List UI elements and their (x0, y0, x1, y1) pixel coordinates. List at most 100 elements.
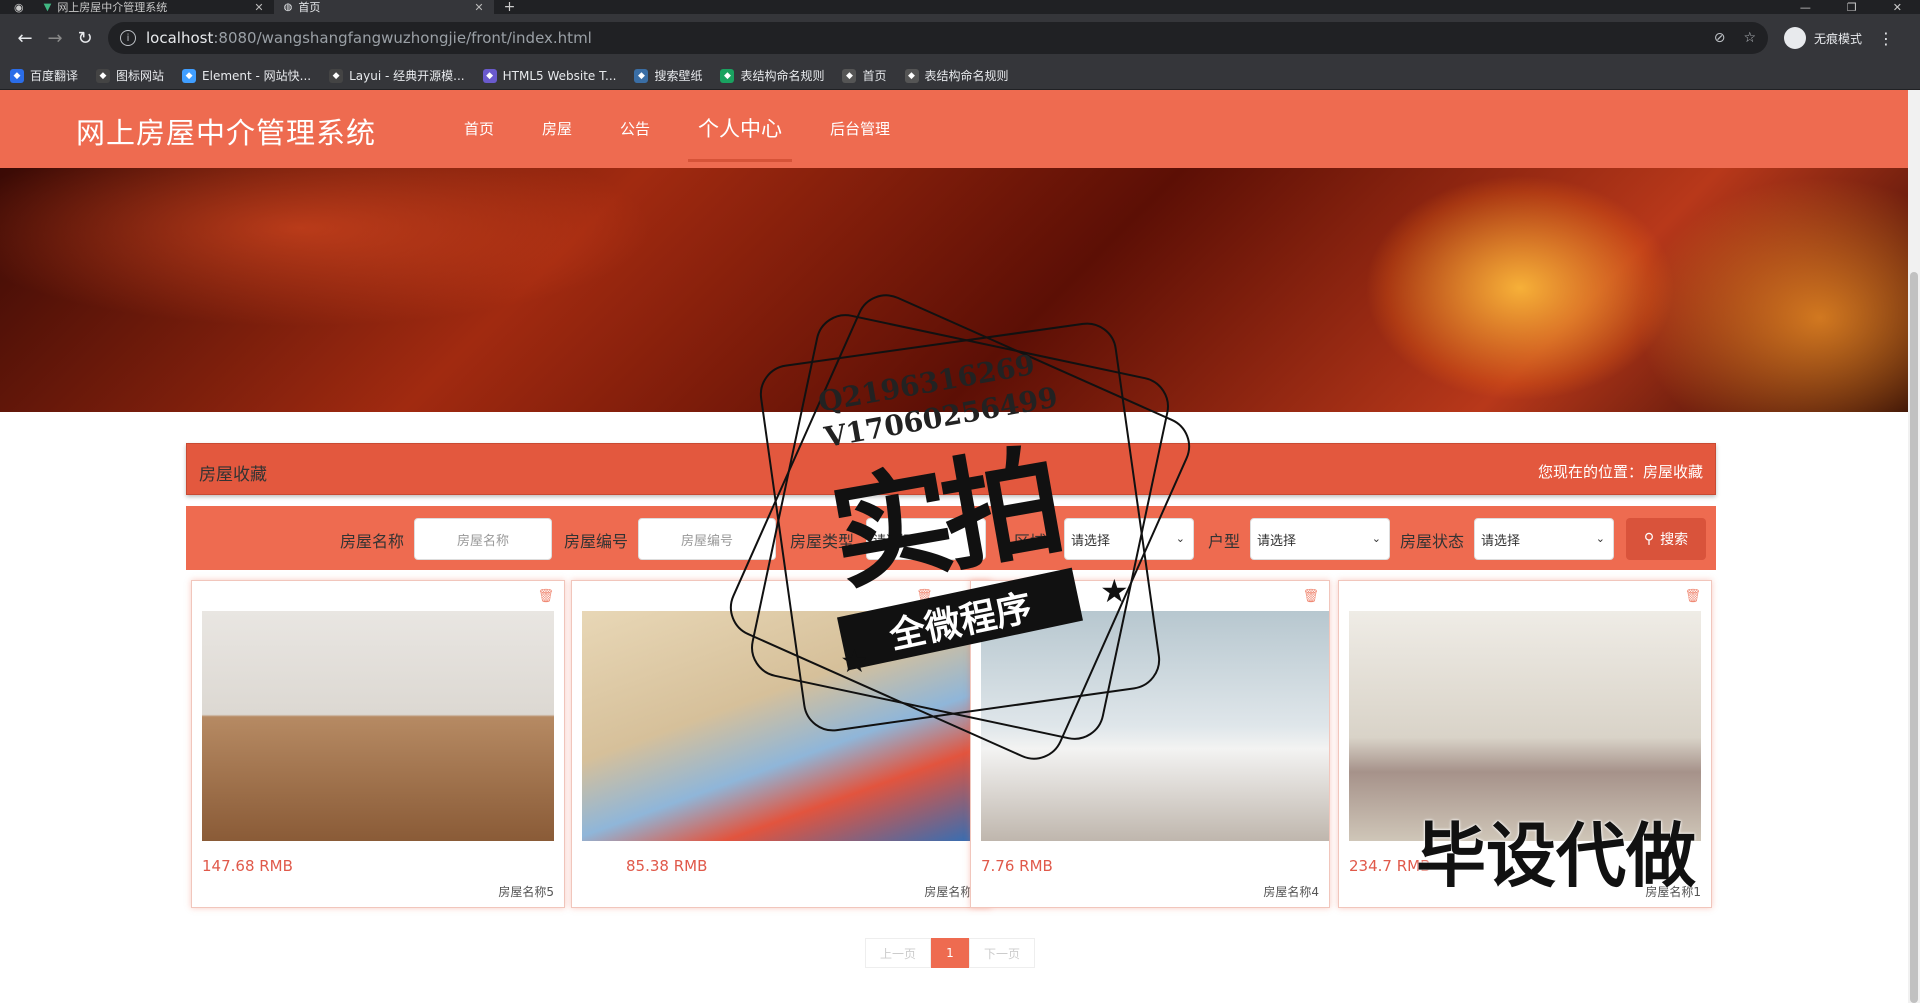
house-price: 7.76 RMB (981, 857, 1053, 875)
close-icon[interactable]: ✕ (254, 1, 263, 14)
search-icon: ⚲ (1643, 531, 1655, 547)
house-photo[interactable] (981, 611, 1329, 841)
new-tab-icon[interactable]: + (504, 0, 516, 14)
bookmark-item[interactable]: ◆ Element - 网站快... (182, 67, 311, 84)
site-logo[interactable]: 网上房屋中介管理系统 (76, 110, 376, 152)
house-price: 85.38 RMB (626, 857, 708, 875)
nav-home[interactable]: 首页 (440, 90, 518, 168)
bookmark-icon: ◆ (842, 68, 857, 83)
next-page-button[interactable]: 下一页 (969, 938, 1035, 968)
trash-icon[interactable]: 🗑 (537, 589, 554, 604)
house-price: 147.68 RMB (202, 857, 293, 875)
bookmark-icon: ◆ (904, 68, 919, 83)
bookmark-label: HTML5 Website T... (502, 68, 617, 83)
page-1-button[interactable]: 1 (931, 938, 969, 968)
status-label: 房屋状态 (1400, 532, 1465, 551)
house-name-input[interactable]: 房屋名称 (414, 518, 552, 560)
bookmark-icon: ◆ (182, 68, 197, 83)
bookmark-item[interactable]: ◆ 百度翻译 (10, 67, 78, 84)
bookmark-item[interactable]: ◆ 表结构命名规则 (904, 67, 1009, 84)
minimize-icon[interactable]: — (1800, 1, 1811, 14)
bookmark-item[interactable]: ◆ 表结构命名规则 (720, 67, 824, 84)
favorite-card[interactable]: 🗑 147.68 RMB 房屋名称5 (191, 580, 565, 908)
bookmark-label: 搜索壁纸 (654, 69, 703, 83)
address-bar[interactable]: i localhost:8080/wangshangfangwuzhongjie… (108, 22, 1768, 54)
bookmark-item[interactable]: ◆ 首页 (842, 67, 887, 84)
bookmark-label: 百度翻译 (30, 69, 79, 83)
search-button[interactable]: ⚲ 搜索 (1626, 518, 1706, 560)
house-name-label: 房屋名称 (340, 532, 405, 551)
bookmark-item[interactable]: ◆ 搜索壁纸 (634, 67, 702, 84)
forward-icon[interactable]: → (40, 28, 70, 49)
chevron-down-icon: ⌄ (1371, 532, 1381, 545)
bookmark-item[interactable]: ◆ 图标网站 (96, 67, 164, 84)
nav-personal-center[interactable]: 个人中心 (674, 90, 806, 168)
bookmarks-bar: ◆ 百度翻译 ◆ 图标网站 ◆ Element - 网站快... ◆ Layui - 经典开源… (0, 62, 1920, 90)
tab-admin[interactable]: ▼ 网上房屋中介管理系统 ✕ (34, 0, 274, 15)
breadcrumb: 您现在的位置：房屋收藏 (1537, 463, 1703, 481)
select-value: 请选择 (1481, 533, 1521, 549)
search-button-label: 搜索 (1660, 532, 1689, 548)
house-price: 234.7 RMB (1349, 857, 1431, 875)
status-select[interactable]: 请选择 ⌄ (1474, 518, 1614, 560)
house-photo[interactable] (202, 611, 554, 841)
section-title-bar: 房屋收藏 您现在的位置：房屋收藏 (186, 443, 1716, 495)
house-code-input[interactable]: 房屋编号 (638, 518, 776, 560)
more-menu-icon[interactable]: ⋮ (1878, 29, 1894, 48)
house-name: 房屋名称4 (1263, 885, 1319, 899)
window-controls: — ❐ ✕ (1800, 1, 1920, 14)
trash-icon[interactable]: 🗑 (1684, 589, 1701, 604)
hero-banner (0, 168, 1908, 412)
favorite-card[interactable]: 🗑 7.76 RMB 房屋名称4 (970, 580, 1330, 908)
area-select[interactable]: 请选择 ⌄ (1064, 518, 1194, 560)
bookmark-label: Element - 网站快... (202, 69, 312, 83)
chrome-menu-icon[interactable]: ◉ (14, 1, 24, 14)
tab-label: 首页 (298, 1, 321, 14)
chevron-down-icon: ⌄ (1595, 532, 1605, 545)
favorite-card[interactable]: 🗑 85.38 RMB 房屋名称2 (571, 580, 991, 908)
nav-notices[interactable]: 公告 (596, 90, 674, 168)
browser-toolbar: ← → ↻ i localhost:8080/wangshangfangwuzh… (0, 14, 1920, 62)
back-icon[interactable]: ← (10, 28, 40, 49)
info-icon[interactable]: i (120, 30, 136, 46)
favorite-card[interactable]: 🗑 234.7 RMB 房屋名称1 (1338, 580, 1712, 908)
select-value: 请选择 (1071, 533, 1111, 549)
bookmark-icon: ◆ (96, 68, 111, 83)
bookmark-label: Layui - 经典开源模... (349, 69, 465, 83)
eye-off-icon[interactable]: ⊘ (1714, 30, 1726, 46)
url-text: localhost:8080/wangshangfangwuzhongjie/f… (146, 29, 592, 47)
prev-page-button[interactable]: 上一页 (865, 938, 931, 968)
house-type-select[interactable]: 请选择 ⌄ (866, 518, 986, 560)
close-icon[interactable]: ✕ (474, 1, 483, 14)
vue-icon: ▼ (43, 1, 52, 13)
incognito-indicator[interactable]: 无痕模式 (1784, 27, 1862, 49)
layout-select[interactable]: 请选择 ⌄ (1250, 518, 1390, 560)
house-type-label: 房屋类型 (790, 532, 855, 551)
bookmark-icon: ◆ (634, 68, 649, 83)
search-bar: 房屋名称 房屋名称 房屋编号 房屋编号 房屋类型 请选择 ⌄ 区域 请选择 ⌄ 户型… (186, 506, 1716, 570)
nav-houses[interactable]: 房屋 (518, 90, 596, 168)
browser-tabstrip: ◉ ▼ 网上房屋中介管理系统 ✕ ◍ 首页 ✕ + — ❐ ✕ (0, 0, 1920, 14)
page-scrollbar[interactable] (1908, 90, 1920, 1003)
house-name: 房屋名称5 (498, 885, 554, 899)
bookmark-item[interactable]: ◆ HTML5 Website T... (482, 68, 617, 83)
bookmark-item[interactable]: ◆ Layui - 经典开源模... (329, 67, 465, 84)
bookmark-icon: ◆ (720, 68, 735, 83)
bookmark-label: 表结构命名规则 (740, 69, 825, 83)
reload-icon[interactable]: ↻ (70, 28, 100, 49)
nav-admin[interactable]: 后台管理 (806, 90, 914, 168)
close-window-icon[interactable]: ✕ (1893, 1, 1902, 14)
layout-label: 户型 (1208, 532, 1241, 551)
house-photo[interactable] (582, 611, 982, 841)
select-value: 请选择 (873, 533, 913, 549)
tab-label: 网上房屋中介管理系统 (57, 1, 168, 14)
house-photo[interactable] (1349, 611, 1701, 841)
chevron-down-icon: ⌄ (967, 532, 977, 545)
maximize-icon[interactable]: ❐ (1847, 1, 1857, 14)
tab-home[interactable]: ◍ 首页 ✕ (273, 0, 494, 14)
star-icon[interactable]: ☆ (1743, 30, 1756, 46)
trash-icon[interactable]: 🗑 (916, 589, 933, 604)
scrollbar-thumb[interactable] (1910, 272, 1918, 1003)
area-label: 区域 (1014, 532, 1047, 551)
trash-icon[interactable]: 🗑 (1302, 589, 1319, 604)
